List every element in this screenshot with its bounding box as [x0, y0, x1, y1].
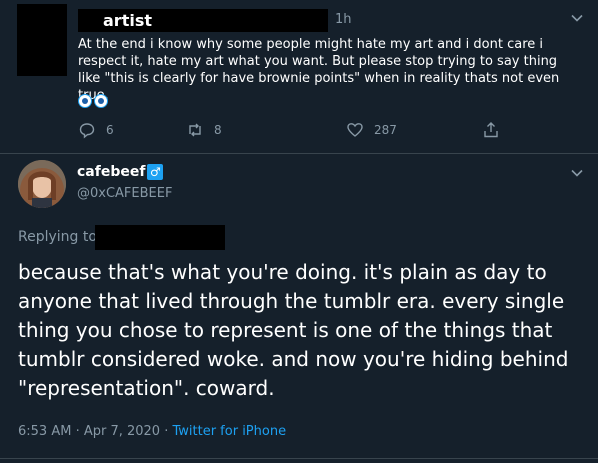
parent-tweet-text: At the end i know why some people might …: [78, 37, 560, 103]
eye-icon: [78, 94, 92, 108]
reply-button[interactable]: 6: [78, 121, 114, 139]
chevron-down-icon[interactable]: [570, 11, 584, 25]
chevron-down-icon[interactable]: [570, 166, 584, 180]
author-name-row[interactable]: cafebeef ♂: [77, 164, 164, 180]
reply-count: 6: [106, 123, 114, 137]
avatar[interactable]: [18, 160, 66, 208]
heart-icon: [347, 123, 363, 137]
redacted-avatar: [17, 4, 67, 76]
parent-timestamp[interactable]: 1h: [335, 12, 352, 27]
author-handle[interactable]: @0xCAFEBEEF: [77, 186, 172, 201]
parent-action-bar: 6 8 287: [78, 121, 508, 141]
parent-author-name[interactable]: artist: [103, 9, 152, 32]
divider: [0, 458, 598, 459]
reply-icon: [79, 123, 95, 139]
eyes-emoji: [78, 94, 110, 112]
tweet-text: because that's what you're doing. it's p…: [18, 260, 569, 400]
tweet-client-link[interactable]: Twitter for iPhone: [172, 424, 286, 439]
retweet-button[interactable]: 8: [186, 121, 222, 139]
share-icon: [484, 122, 498, 138]
author-name[interactable]: cafebeef: [77, 164, 145, 180]
tweet-meta: 6:53 AM · Apr 7, 2020 · Twitter for iPho…: [18, 424, 286, 439]
parent-tweet[interactable]: artist 1h At the end i know why some peo…: [0, 0, 598, 154]
like-button[interactable]: 287: [346, 121, 397, 139]
avatar-image: [18, 160, 66, 208]
retweet-count: 8: [214, 123, 222, 137]
eye-icon: [94, 94, 108, 108]
replying-to-label: Replying to: [18, 229, 97, 245]
male-symbol-badge: ♂: [147, 164, 164, 180]
tweet-timestamp[interactable]: 6:53 AM · Apr 7, 2020 ·: [18, 424, 172, 439]
share-button[interactable]: [482, 121, 510, 139]
redacted-reply-handle: [95, 225, 225, 250]
retweet-icon: [189, 123, 201, 137]
like-count: 287: [374, 123, 397, 137]
